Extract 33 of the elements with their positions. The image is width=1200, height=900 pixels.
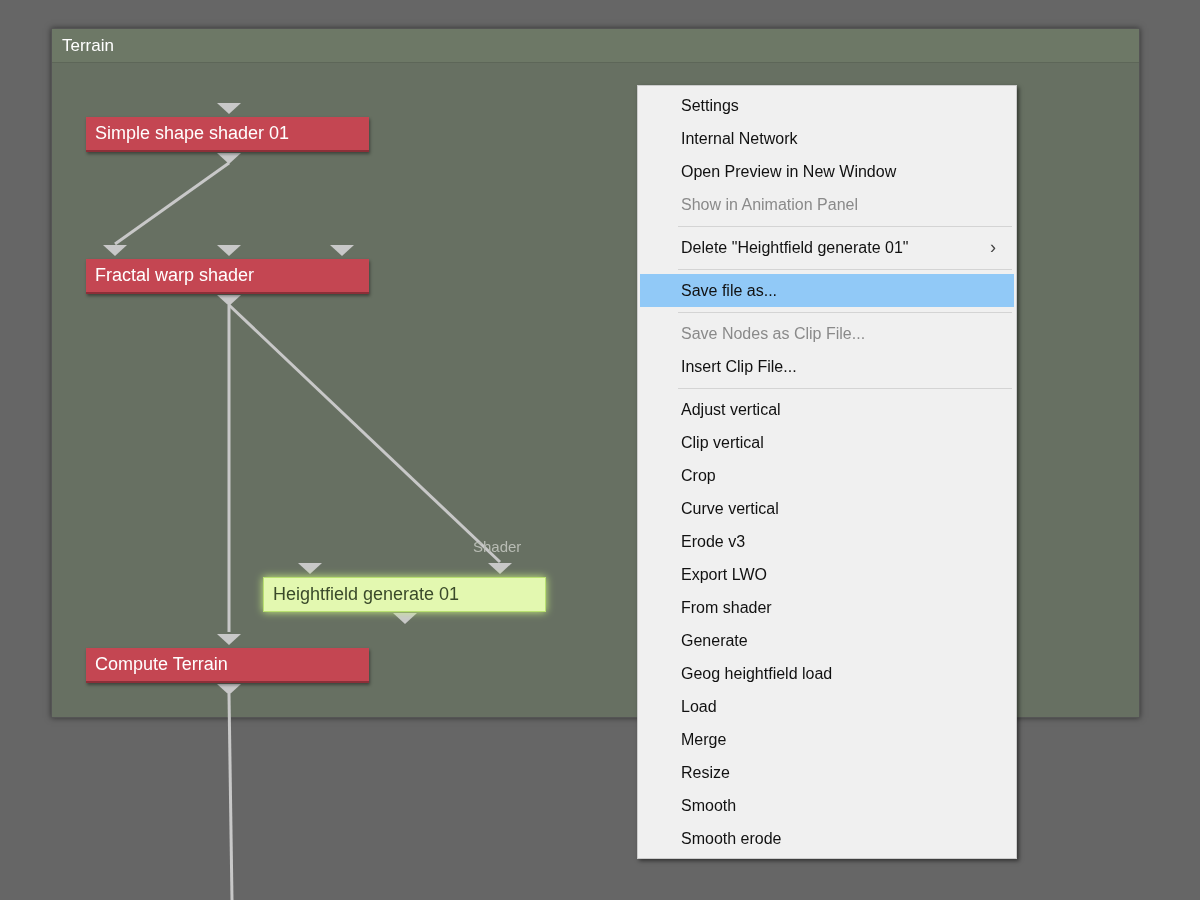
menu-item[interactable]: Internal Network bbox=[640, 122, 1014, 155]
menu-item[interactable]: Generate bbox=[640, 624, 1014, 657]
menu-item[interactable]: Delete "Heightfield generate 01" › bbox=[640, 231, 1014, 264]
panel-title: Terrain bbox=[52, 29, 1139, 63]
menu-item[interactable]: Save file as... bbox=[640, 274, 1014, 307]
menu-item[interactable]: From shader bbox=[640, 591, 1014, 624]
port-icon[interactable] bbox=[330, 245, 354, 256]
submenu-arrow-icon: › bbox=[990, 234, 996, 261]
menu-item[interactable]: Export LWO bbox=[640, 558, 1014, 591]
port-icon[interactable] bbox=[103, 245, 127, 256]
menu-item[interactable]: Smooth erode bbox=[640, 822, 1014, 855]
port-icon[interactable] bbox=[488, 563, 512, 574]
node[interactable]: Compute Terrain bbox=[86, 648, 369, 683]
menu-item[interactable]: Erode v3 bbox=[640, 525, 1014, 558]
menu-item[interactable]: Crop bbox=[640, 459, 1014, 492]
menu-item[interactable]: Insert Clip File... bbox=[640, 350, 1014, 383]
node[interactable]: Simple shape shader 01 bbox=[86, 117, 369, 152]
port-icon[interactable] bbox=[217, 103, 241, 114]
node[interactable]: Fractal warp shader bbox=[86, 259, 369, 294]
menu-item[interactable]: Geog heightfield load bbox=[640, 657, 1014, 690]
menu-item[interactable]: Curve vertical bbox=[640, 492, 1014, 525]
menu-item[interactable]: Open Preview in New Window bbox=[640, 155, 1014, 188]
port-icon[interactable] bbox=[217, 634, 241, 645]
menu-item[interactable]: Clip vertical bbox=[640, 426, 1014, 459]
menu-item[interactable]: Smooth bbox=[640, 789, 1014, 822]
menu-item[interactable]: Adjust vertical bbox=[640, 393, 1014, 426]
node[interactable]: Heightfield generate 01 bbox=[263, 577, 546, 612]
menu-item[interactable]: Resize bbox=[640, 756, 1014, 789]
port-icon[interactable] bbox=[298, 563, 322, 574]
menu-item[interactable]: Settings bbox=[640, 89, 1014, 122]
menu-item[interactable]: Merge bbox=[640, 723, 1014, 756]
port-icon[interactable] bbox=[217, 245, 241, 256]
menu-item[interactable]: Load bbox=[640, 690, 1014, 723]
